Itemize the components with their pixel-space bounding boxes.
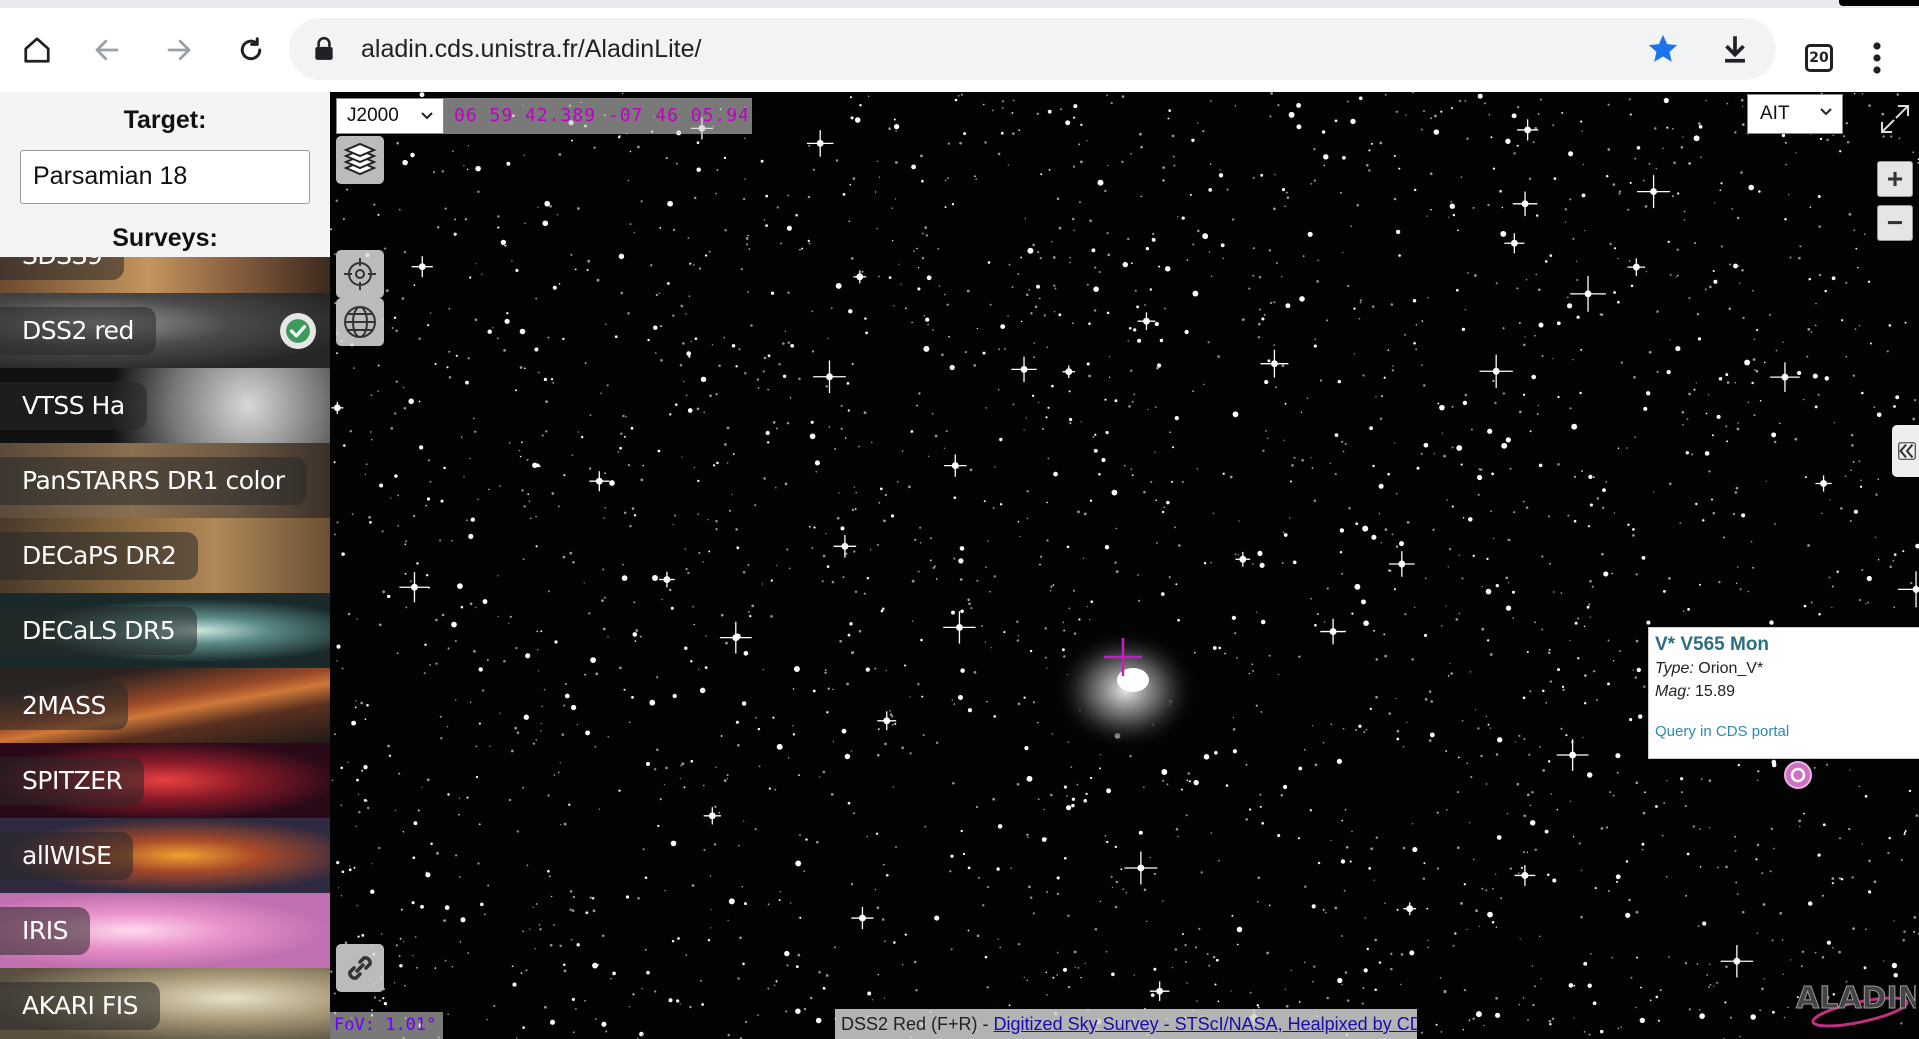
object-name: V* V565 Mon: [1655, 634, 1770, 655]
layers-button[interactable]: [336, 136, 384, 184]
coordinate-grid-button[interactable]: [336, 298, 384, 346]
object-popup: V* V565 Mon Type: Orion_V* Mag: 15.89 Qu…: [1648, 627, 1919, 759]
survey-item-dss2-red[interactable]: DSS2 red: [0, 293, 330, 368]
back-icon: [95, 39, 119, 61]
survey-label: IRIS: [0, 907, 90, 955]
survey-label: AKARI FIS: [0, 982, 160, 1030]
forward-button[interactable]: [157, 28, 201, 72]
fov-label: FoV:: [334, 1015, 375, 1035]
coordinates-readout: 06 59 42.389 -07 46 05.94: [444, 98, 752, 134]
svg-text:ALADIN: ALADIN: [1796, 981, 1916, 1016]
forward-icon: [167, 39, 191, 61]
url-text[interactable]: aladin.cds.unistra.fr/AladinLite/: [361, 35, 701, 64]
locate-button[interactable]: [336, 250, 384, 298]
mag-label: Mag:: [1655, 683, 1691, 700]
survey-item-akari-fis[interactable]: AKARI FIS: [0, 968, 330, 1039]
zoom-out-button[interactable]: −: [1877, 205, 1913, 241]
frame-value: J2000: [347, 105, 399, 126]
survey-label: DECaPS DR2: [0, 532, 199, 580]
chevron-down-icon: [421, 112, 433, 120]
survey-item-panstarrs-dr1-color[interactable]: PanSTARRS DR1 color: [0, 443, 330, 518]
reload-icon: [240, 37, 262, 61]
survey-label: DECaLS DR5: [0, 607, 198, 655]
home-button[interactable]: [15, 28, 59, 72]
survey-item-sdss9[interactable]: SDSS9: [0, 257, 330, 293]
survey-label: SPITZER: [0, 757, 145, 805]
survey-label: 2MASS: [0, 682, 128, 730]
object-type-row: Type: Orion_V*: [1655, 660, 1763, 678]
survey-item-spitzer[interactable]: SPITZER: [0, 743, 330, 818]
stars: [330, 92, 1919, 1039]
credits-prefix: DSS2 Red (F+R) -: [841, 1014, 994, 1034]
coordinates-text: 06 59 42.389 -07 46 05.94: [454, 105, 750, 126]
star-icon[interactable]: [1646, 32, 1680, 66]
tab-strip-edge: [1839, 0, 1919, 6]
type-value: Orion_V*: [1698, 660, 1764, 677]
survey-item-allwise[interactable]: allWISE: [0, 818, 330, 893]
share-link-button[interactable]: [336, 944, 384, 992]
chevron-down-icon: [1820, 108, 1832, 116]
survey-credits: DSS2 Red (F+R) - Digitized Sky Survey - …: [835, 1009, 1417, 1039]
star-field[interactable]: [330, 92, 1919, 1039]
crosshair-icon: [344, 258, 376, 290]
tabs-icon[interactable]: 20: [1805, 44, 1833, 72]
left-panel: Target: Parsamian 18 Surveys: SDSS9 DSS2…: [0, 92, 330, 1039]
survey-label: VTSS Ha: [0, 382, 147, 430]
survey-item-decals-dr5[interactable]: DECaLS DR5: [0, 593, 330, 668]
menu-icon[interactable]: [1862, 40, 1892, 76]
survey-label: SDSS9: [0, 257, 125, 280]
selected-check-icon: [280, 313, 316, 349]
link-icon: [348, 956, 372, 980]
lock-icon: [315, 36, 333, 60]
frame-select[interactable]: J2000: [336, 98, 444, 134]
surveys-label: Surveys:: [112, 224, 218, 252]
survey-label: PanSTARRS DR1 color: [0, 457, 307, 505]
survey-list: SDSS9 DSS2 red VTSS Ha PanSTARRS DR1 col…: [0, 257, 330, 1039]
layers-icon: [343, 142, 377, 176]
fullscreen-icon[interactable]: [1878, 102, 1912, 136]
download-icon[interactable]: [1718, 32, 1752, 66]
projection-value: AIT: [1760, 103, 1790, 124]
globe-grid-icon: [344, 306, 376, 338]
survey-item-vtss-ha[interactable]: VTSS Ha: [0, 368, 330, 443]
browser-toolbar: aladin.cds.unistra.fr/AladinLite/ 20: [0, 8, 1919, 92]
tab-strip: [0, 0, 1919, 8]
source-marker-icon[interactable]: [1781, 758, 1815, 792]
survey-item-iris[interactable]: IRIS: [0, 893, 330, 968]
address-bar[interactable]: aladin.cds.unistra.fr/AladinLite/: [289, 18, 1776, 80]
home-icon: [24, 37, 50, 63]
survey-label: DSS2 red: [0, 307, 156, 355]
survey-label: allWISE: [0, 832, 134, 880]
sky-view[interactable]: J2000 06 59 42.389 -07 46 05.94 AIT + −: [330, 92, 1919, 1039]
credits-link[interactable]: Digitized Sky Survey - STScI/NASA, Healp…: [994, 1014, 1417, 1034]
target-label: Target:: [123, 106, 207, 134]
projection-select[interactable]: AIT: [1747, 94, 1843, 134]
back-button[interactable]: [85, 28, 129, 72]
side-panel-toggle[interactable]: [1892, 425, 1919, 477]
query-cds-link[interactable]: Query in CDS portal: [1655, 723, 1789, 740]
mag-value: 15.89: [1695, 683, 1736, 700]
zoom-in-button[interactable]: +: [1877, 161, 1913, 197]
fov-readout: FoV: 1.01°: [330, 1012, 443, 1039]
aladin-logo: ALADIN: [1796, 981, 1916, 1028]
object-mag-row: Mag: 15.89: [1655, 683, 1735, 701]
double-chevron-left-icon: [1898, 442, 1916, 460]
fov-value: 1.01°: [385, 1015, 437, 1035]
target-input[interactable]: Parsamian 18: [20, 150, 310, 204]
survey-item-2mass[interactable]: 2MASS: [0, 668, 330, 743]
reload-button[interactable]: [229, 28, 273, 72]
type-label: Type:: [1655, 660, 1694, 677]
survey-item-decaps-dr2[interactable]: DECaPS DR2: [0, 518, 330, 593]
